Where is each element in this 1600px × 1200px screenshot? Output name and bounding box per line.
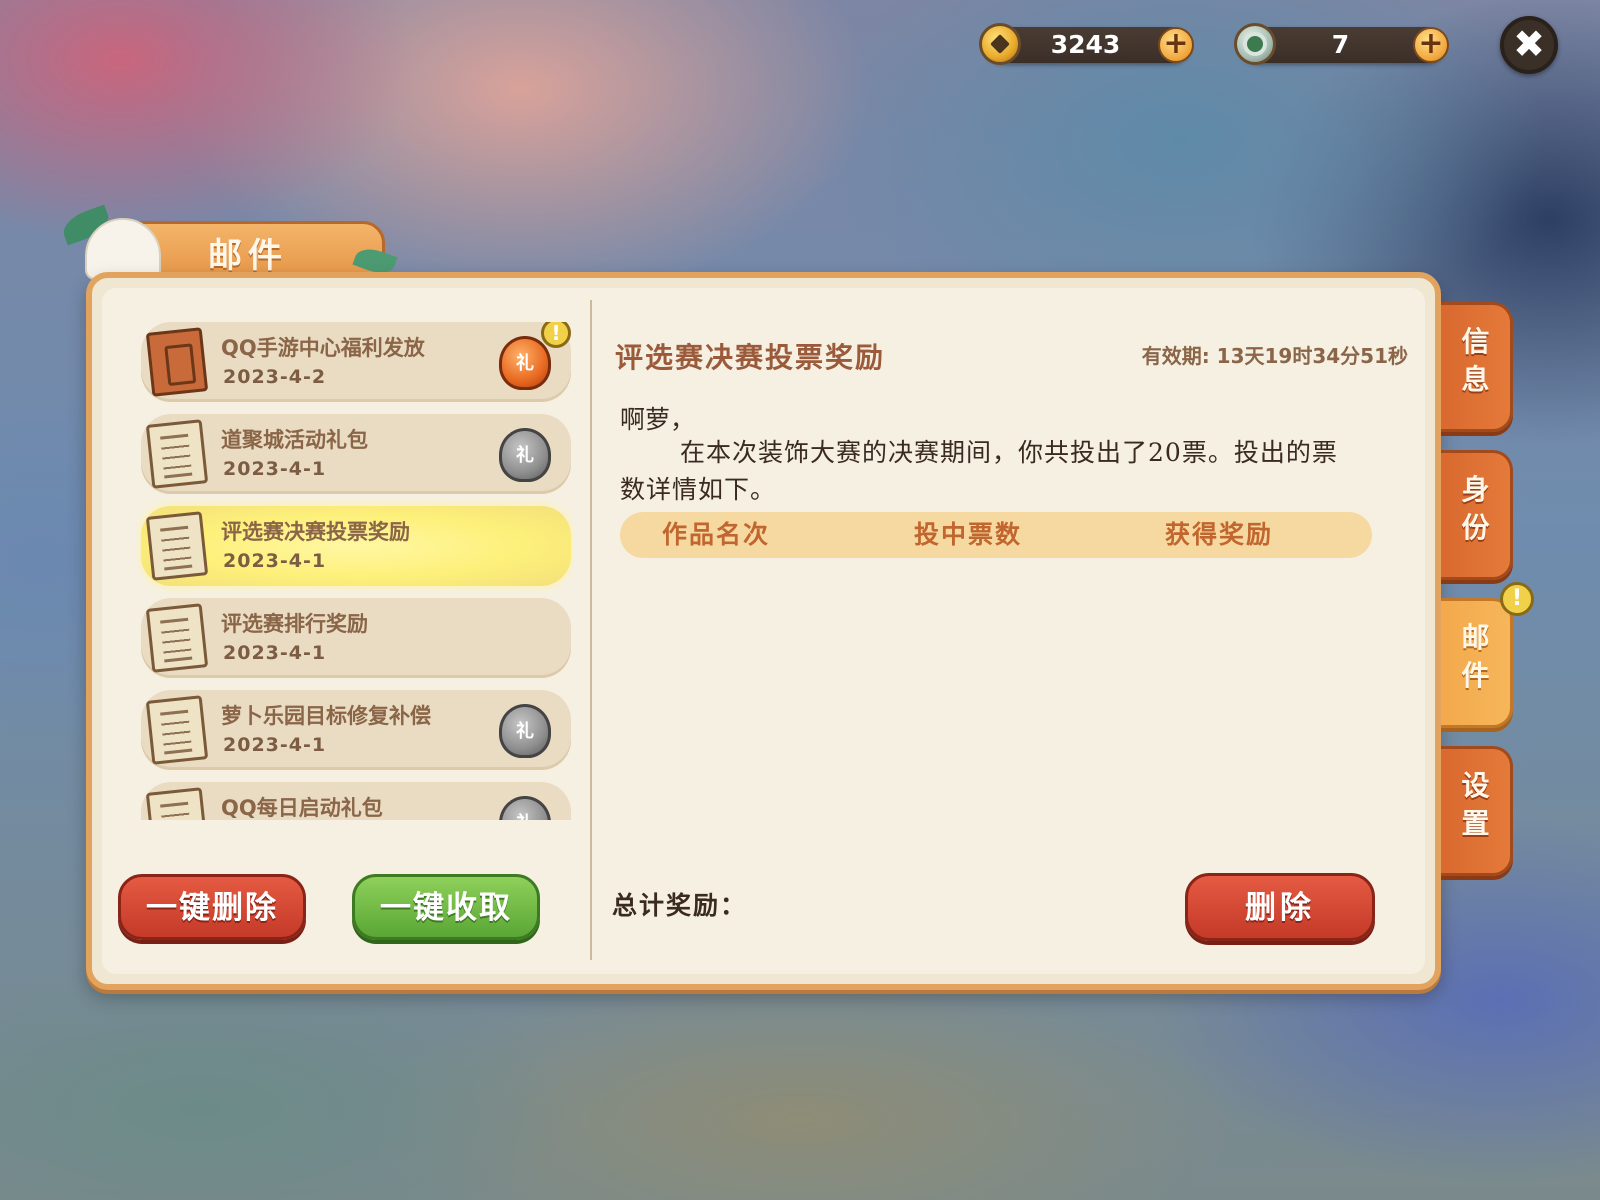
tab-mail[interactable]: 邮件 [1441, 598, 1513, 728]
mail-title: 萝卜乐园目标修复补偿 [221, 704, 431, 728]
letter-icon [145, 787, 209, 820]
tab-identity[interactable]: 身份 [1441, 450, 1513, 580]
mail-date: 2023-4-2 [223, 366, 327, 388]
hot-gift-bag-icon: 礼 [499, 336, 551, 390]
gold-currency-bar: 3243 + [979, 23, 1194, 65]
vote-table-header: 作品名次 投中票数 获得奖励 [620, 512, 1372, 558]
mail-item[interactable]: 萝卜乐园目标修复补偿 2023-4-1 礼 [141, 690, 571, 770]
mail-title: 评选赛决赛投票奖励 [221, 520, 410, 544]
mail-date: 2023-4-1 [223, 734, 327, 756]
mail-detail-title: 评选赛决赛投票奖励 [615, 341, 886, 374]
delete-all-button[interactable]: 一键删除 [118, 874, 306, 940]
mail-list[interactable]: QQ手游中心福利发放 2023-4-2 礼 ! 道聚城活动礼包 2023-4-1… [137, 322, 573, 820]
tab-label: 设置 [1461, 769, 1490, 840]
mail-item[interactable]: 评选赛排行奖励 2023-4-1 [141, 598, 571, 678]
add-gold-button[interactable]: + [1158, 27, 1194, 63]
mail-title: QQ每日启动礼包 [221, 796, 383, 820]
panel-divider [590, 300, 592, 960]
gem-currency-bar: 7 + [1234, 23, 1449, 65]
column-header: 投中票数 [914, 520, 1023, 549]
page-title: 邮件 [208, 236, 288, 276]
mail-body: 在本次装饰大赛的决赛期间，你共投出了20票。投出的票数详情如下。 [620, 438, 1338, 504]
mail-item[interactable]: QQ每日启动礼包 礼 [141, 782, 571, 820]
red-letter-icon [145, 327, 209, 397]
add-gem-button[interactable]: + [1413, 27, 1449, 63]
gift-bag-icon: 礼 [499, 704, 551, 758]
mail-item[interactable]: 道聚城活动礼包 2023-4-1 礼 [141, 414, 571, 494]
gold-coin-icon [979, 23, 1021, 65]
collect-all-button[interactable]: 一键收取 [352, 874, 540, 940]
mail-title: 道聚城活动礼包 [221, 428, 368, 452]
mail-date: 2023-4-1 [223, 642, 327, 664]
gift-bag-icon: 礼 [499, 428, 551, 482]
mail-greeting: 啊萝， [620, 405, 696, 434]
tab-label: 信息 [1461, 325, 1490, 396]
mail-date: 2023-4-1 [223, 458, 327, 480]
green-gem-icon [1234, 23, 1276, 65]
close-button[interactable]: ✖ [1500, 16, 1558, 74]
tab-label: 邮件 [1461, 621, 1490, 692]
mail-validity: 有效期: 13天19时34分51秒 [1141, 344, 1408, 368]
mail-title: 评选赛排行奖励 [221, 612, 368, 636]
tab-info[interactable]: 信息 [1441, 302, 1513, 432]
letter-icon [145, 695, 209, 765]
delete-button[interactable]: 删除 [1185, 873, 1375, 941]
mail-title: QQ手游中心福利发放 [221, 336, 425, 360]
total-reward-label: 总计奖励： [612, 891, 748, 920]
mail-tab-badge-icon: ! [1500, 582, 1534, 616]
column-header: 作品名次 [662, 520, 771, 549]
tab-settings[interactable]: 设置 [1441, 746, 1513, 876]
letter-icon [145, 511, 209, 581]
gem-amount: 7 [1331, 30, 1350, 59]
letter-icon [145, 419, 209, 489]
new-badge-icon: ! [541, 322, 571, 348]
column-header: 获得奖励 [1165, 520, 1274, 549]
letter-icon [145, 603, 209, 673]
mail-item-selected[interactable]: 评选赛决赛投票奖励 2023-4-1 [141, 506, 571, 586]
gold-amount: 3243 [1050, 30, 1121, 59]
gift-bag-icon: 礼 [499, 796, 551, 820]
mail-item[interactable]: QQ手游中心福利发放 2023-4-2 礼 ! [141, 322, 571, 402]
mail-date: 2023-4-1 [223, 550, 327, 572]
tab-label: 身份 [1461, 473, 1490, 544]
